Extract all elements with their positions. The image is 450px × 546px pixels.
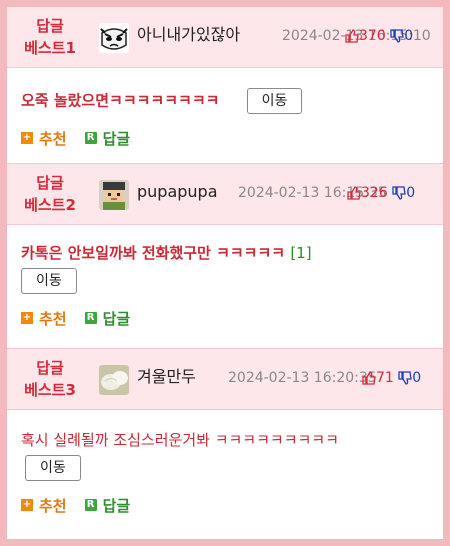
- best-reply-3: 답글 베스트3 겨울만두 2024-02-13 16:20:35 71 0 혹시…: [7, 349, 443, 539]
- avatar[interactable]: [99, 180, 129, 210]
- plus-icon: +: [21, 499, 33, 511]
- move-button[interactable]: 이동: [246, 88, 303, 114]
- thumbs-up-icon[interactable]: [362, 371, 376, 385]
- reply-r-icon: R: [84, 132, 97, 144]
- plus-icon: +: [21, 132, 33, 144]
- recommend-button[interactable]: + 추천: [21, 128, 67, 149]
- upvote-count: 71: [376, 370, 394, 386]
- reply-count[interactable]: [1]: [290, 244, 311, 262]
- reply-body: 오죽 놀랐으면ㅋㅋㅋㅋㅋㅋㅋㅋ 이동 + 추천 R 답글: [7, 68, 443, 152]
- downvote-count: 0: [404, 28, 414, 44]
- reply-header: 답글 베스트1 아니내가있잖아 2024-02-13 16:15:10 370 …: [7, 7, 443, 68]
- upvote-count: 370: [359, 28, 386, 44]
- reply-content: 오죽 놀랐으면ㅋㅋㅋㅋㅋㅋㅋㅋ 이동: [21, 88, 429, 114]
- move-button[interactable]: 이동: [21, 268, 77, 294]
- thumbs-down-icon[interactable]: [392, 186, 406, 200]
- best-reply-1: 답글 베스트1 아니내가있잖아 2024-02-13 16:15:10 370 …: [7, 7, 443, 163]
- thumbs-up-icon[interactable]: [345, 29, 359, 43]
- reply-button[interactable]: R 답글: [84, 495, 130, 516]
- reply-r-icon: R: [84, 312, 97, 324]
- vote-counts: 71 0: [362, 367, 421, 389]
- reply-button[interactable]: R 답글: [84, 128, 130, 149]
- thumbs-down-icon[interactable]: [390, 29, 404, 43]
- recommend-button[interactable]: + 추천: [21, 308, 67, 329]
- vote-counts: 326 0: [347, 182, 415, 204]
- downvote-count: 0: [406, 185, 416, 201]
- reply-header: 답글 베스트2 pupapupa 2024-02-13 16:15:35 326: [7, 164, 443, 225]
- nickname[interactable]: pupapupa: [137, 180, 218, 204]
- reply-content: 카톡은 안보일까봐 전화했구만 ㅋㅋㅋㅋㅋ [1]: [21, 244, 312, 262]
- best-reply-2: 답글 베스트2 pupapupa 2024-02-13 16:15:35 326: [7, 164, 443, 348]
- post-date: 2024-02-13 16:20:35: [228, 370, 377, 386]
- best-replies-panel: 답글 베스트1 아니내가있잖아 2024-02-13 16:15:10 370 …: [7, 7, 443, 539]
- dumpling-photo-icon: [99, 365, 129, 395]
- reply-button[interactable]: R 답글: [84, 308, 130, 329]
- best-rank-label: 답글 베스트2: [24, 174, 76, 214]
- reply-r-icon: R: [84, 499, 97, 511]
- vote-counts: 370 0: [345, 25, 413, 47]
- plus-icon: +: [21, 312, 33, 324]
- reply-content: 혹시 실례될까 조심스러운거봐 ㅋㅋㅋㅋㅋㅋㅋㅋㅋ: [21, 431, 339, 449]
- best-rank-label: 답글 베스트3: [24, 359, 76, 399]
- avatar[interactable]: [99, 365, 129, 395]
- move-button[interactable]: 이동: [25, 455, 81, 481]
- downvote-count: 0: [412, 370, 422, 386]
- cartoon-face-icon: [99, 23, 129, 53]
- thumbs-up-icon[interactable]: [347, 186, 361, 200]
- reply-actions: + 추천 R 답글: [21, 491, 429, 519]
- nickname[interactable]: 겨울만두: [137, 365, 196, 389]
- reply-body: 혹시 실례될까 조심스러운거봐 ㅋㅋㅋㅋㅋㅋㅋㅋㅋ 이동 + 추천 R 답글: [7, 410, 443, 519]
- reply-actions: + 추천 R 답글: [21, 304, 429, 332]
- thumbs-down-icon[interactable]: [398, 371, 413, 385]
- best-rank-label: 답글 베스트1: [24, 17, 76, 57]
- upvote-count: 326: [361, 185, 388, 201]
- recommend-button[interactable]: + 추천: [21, 495, 67, 516]
- reply-header: 답글 베스트3 겨울만두 2024-02-13 16:20:35 71 0: [7, 349, 443, 410]
- reply-body: 카톡은 안보일까봐 전화했구만 ㅋㅋㅋㅋㅋ [1] 이동 + 추천 R 답글: [7, 225, 443, 332]
- reply-actions: + 추천 R 답글: [21, 124, 429, 152]
- nickname[interactable]: 아니내가있잖아: [137, 23, 240, 47]
- avatar[interactable]: [99, 23, 129, 53]
- pixel-character-icon: [99, 180, 129, 210]
